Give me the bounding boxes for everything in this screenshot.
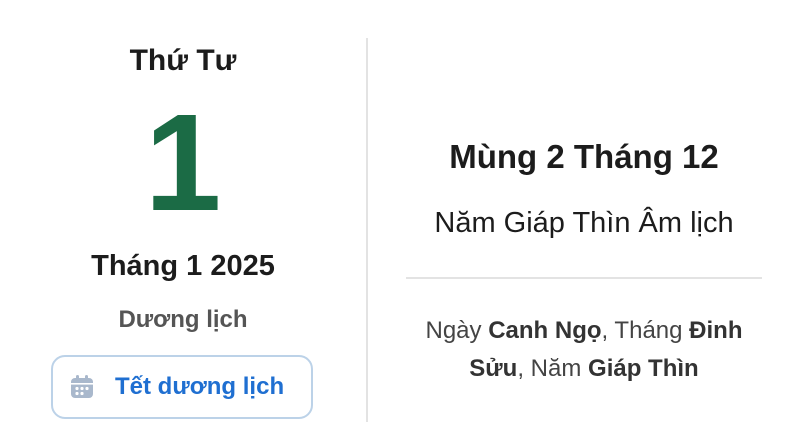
ganzhi-year-prefix: , Năm xyxy=(517,355,589,382)
solar-date-panel: Thứ Tư 1 Tháng 1 2025 Dương lịch Tết dươ… xyxy=(0,0,366,447)
lunar-year-label: Năm Giáp Thìn Âm lịch xyxy=(434,207,734,239)
horizontal-divider xyxy=(406,277,762,279)
day-number: 1 xyxy=(144,86,222,240)
calendar-icon xyxy=(69,374,95,400)
ganzhi-text: Ngày Canh Ngọ, Tháng Đinh Sửu, Năm Giáp … xyxy=(398,312,770,388)
weekday-label: Thứ Tư xyxy=(129,44,237,77)
holiday-button[interactable]: Tết dương lịch xyxy=(51,355,313,419)
calendar-type-label: Dương lịch xyxy=(118,306,248,333)
ganzhi-day-value: Canh Ngọ xyxy=(488,317,602,344)
ganzhi-day-prefix: Ngày xyxy=(425,317,489,344)
holiday-button-label: Tết dương lịch xyxy=(115,373,285,400)
lunar-date-label: Mùng 2 Tháng 12 xyxy=(449,138,719,175)
ganzhi-year-value: Giáp Thìn xyxy=(588,355,699,382)
ganzhi-month-prefix: , Tháng xyxy=(601,317,690,344)
lunar-date-panel: Mùng 2 Tháng 12 Năm Giáp Thìn Âm lịch Ng… xyxy=(368,0,800,447)
month-year-label: Tháng 1 2025 xyxy=(91,250,275,282)
